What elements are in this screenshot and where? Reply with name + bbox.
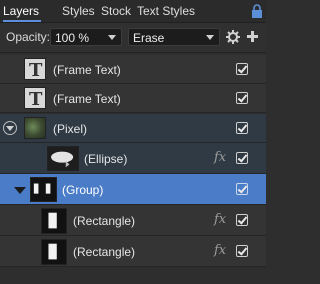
- layer-row-frame-text[interactable]: T (Frame Text): [0, 84, 266, 113]
- visibility-checkbox[interactable]: [236, 245, 248, 257]
- layers-list: T (Frame Text) T (Frame Text) (Pixel) (E…: [0, 53, 266, 284]
- layer-row-rectangle[interactable]: (Rectangle) fx: [0, 205, 266, 236]
- visibility-checkbox[interactable]: [236, 92, 248, 104]
- rectangle-thumbnail: [41, 239, 67, 265]
- svg-text:T: T: [29, 89, 43, 108]
- opacity-dropdown[interactable]: 100 %: [50, 28, 122, 46]
- blend-mode-dropdown[interactable]: Erase: [128, 28, 220, 46]
- panel-tab-bar: Layers Styles Stock Text Styles: [0, 0, 266, 23]
- layer-row-group[interactable]: (Group): [0, 174, 266, 205]
- opacity-label: Opacity:: [6, 30, 51, 44]
- rectangle-thumbnail: [41, 208, 67, 234]
- layer-row-rectangle[interactable]: (Rectangle) fx: [0, 236, 266, 267]
- layer-name: (Frame Text): [53, 63, 121, 77]
- text-frame-icon: T: [24, 87, 46, 110]
- lock-icon[interactable]: [251, 4, 263, 18]
- tab-stock[interactable]: Stock: [101, 0, 131, 22]
- tab-layers-label: Layers: [3, 4, 40, 18]
- chevron-down-icon[interactable]: [14, 187, 26, 194]
- plus-icon[interactable]: [247, 31, 258, 42]
- tab-layers[interactable]: Layers: [3, 0, 41, 22]
- layer-name: (Ellipse): [84, 152, 128, 166]
- tab-styles-label: Styles: [62, 4, 95, 18]
- visibility-checkbox[interactable]: [236, 214, 248, 226]
- visibility-checkbox[interactable]: [236, 122, 248, 134]
- layer-row-ellipse[interactable]: (Ellipse) fx: [0, 143, 266, 174]
- pixel-layer-thumbnail: [24, 117, 46, 139]
- gear-icon[interactable]: [226, 30, 240, 44]
- text-frame-icon: T: [24, 58, 46, 81]
- opacity-value: 100 %: [55, 31, 90, 45]
- fx-icon[interactable]: fx: [214, 150, 226, 165]
- layer-row-frame-text[interactable]: T (Frame Text): [0, 55, 266, 84]
- svg-text:T: T: [29, 60, 43, 79]
- chevron-down-icon: [206, 35, 214, 40]
- visibility-checkbox[interactable]: [236, 183, 248, 195]
- layer-name: (Group): [62, 183, 104, 197]
- layer-row-pixel[interactable]: (Pixel): [0, 114, 266, 143]
- layer-name: (Rectangle): [73, 214, 136, 228]
- layer-name: (Frame Text): [53, 92, 121, 106]
- tab-text-styles-label: Text Styles: [137, 4, 196, 18]
- layer-name: (Rectangle): [73, 245, 136, 259]
- tab-styles[interactable]: Styles: [62, 0, 95, 22]
- fx-icon[interactable]: fx: [214, 212, 226, 227]
- layer-options-bar: Opacity: 100 % Erase: [0, 23, 266, 53]
- tab-text-styles[interactable]: Text Styles: [137, 0, 195, 22]
- blend-mode-value: Erase: [133, 31, 165, 45]
- chevron-down-icon: [108, 35, 116, 40]
- ellipse-thumbnail: [47, 146, 79, 171]
- group-thumbnail: [30, 177, 57, 202]
- visibility-checkbox[interactable]: [236, 152, 248, 164]
- visibility-checkbox[interactable]: [236, 63, 248, 75]
- fx-icon[interactable]: fx: [214, 243, 226, 258]
- layer-name: (Pixel): [53, 122, 88, 136]
- tab-stock-label: Stock: [101, 4, 132, 18]
- expand-toggle-icon[interactable]: [3, 121, 17, 135]
